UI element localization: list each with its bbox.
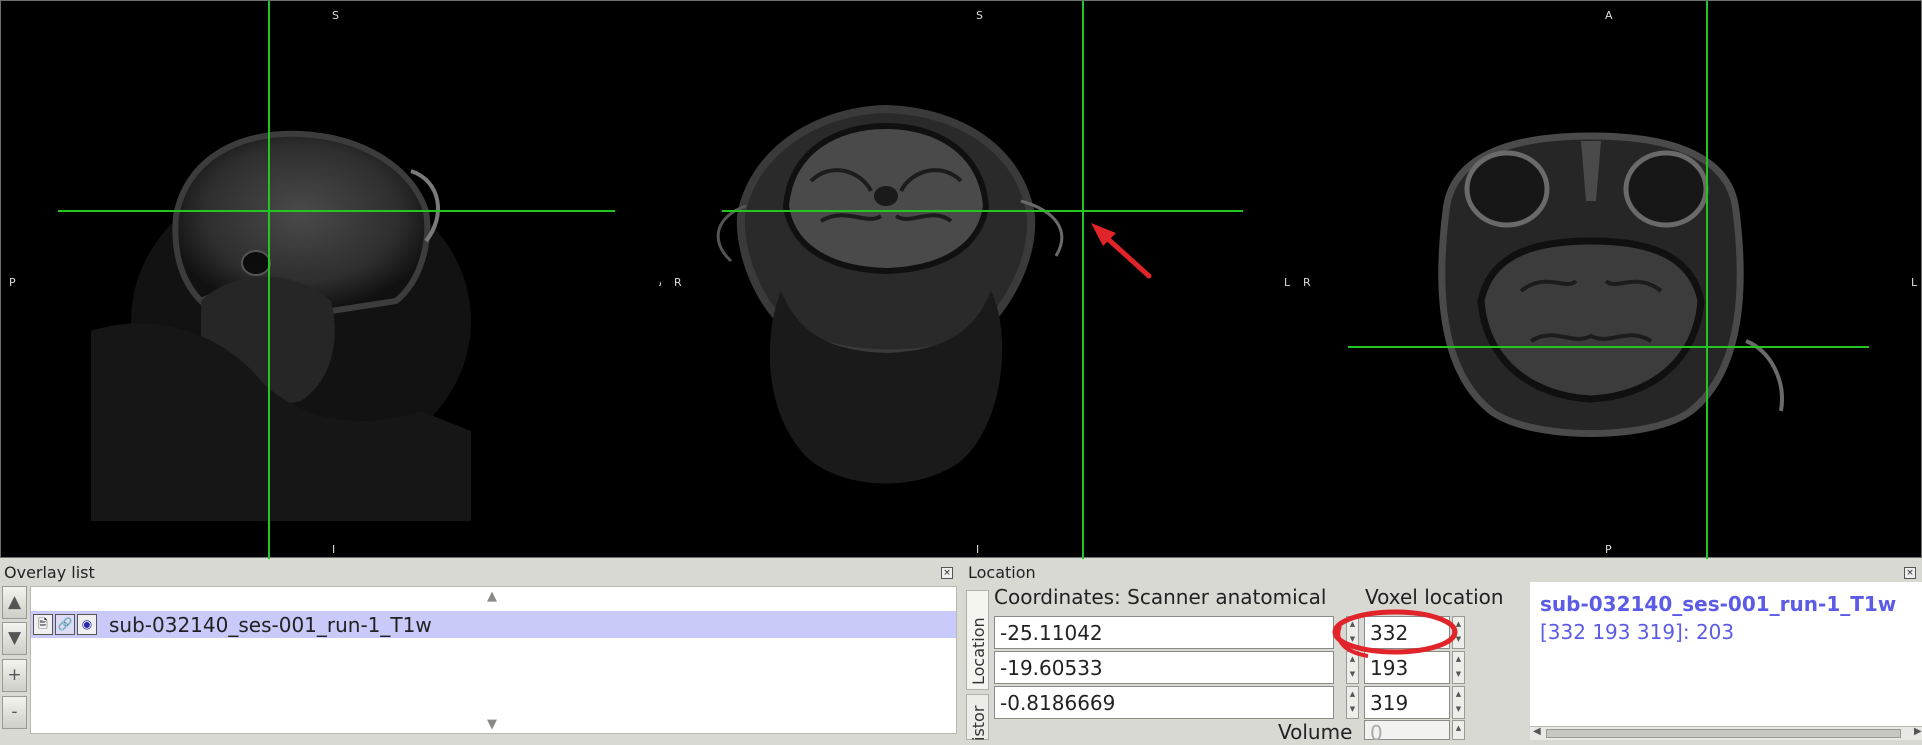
axial-label-right: L [1911, 276, 1918, 289]
coronal-view[interactable]: S I R L [661, 1, 1291, 559]
overlay-list-title: Overlay list [4, 563, 95, 582]
sagittal-crosshair-vertical [268, 1, 270, 559]
info-voxel-value: [332 193 319]: 203 [1540, 620, 1735, 644]
voxel-y-field[interactable]: 193 [1364, 651, 1450, 684]
voxel-x-spinner[interactable]: ▲ ▼ [1452, 616, 1465, 649]
overlay-list-panel: Overlay list × ▲ ▼ + - ▲ 🖹 🔗 ◉ sub-03214… [0, 560, 962, 740]
voxel-y-spinner[interactable]: ▲ ▼ [1452, 651, 1465, 684]
coronal-label-bottom: I [976, 543, 980, 556]
axial-crosshair-vertical [1706, 1, 1708, 559]
location-info: sub-032140_ses-001_run-1_T1w [332 193 31… [1530, 582, 1922, 740]
scrollbar-thumb[interactable] [1546, 729, 1901, 738]
link-icon[interactable]: 🔗 [55, 614, 75, 635]
add-overlay-button[interactable]: + [2, 659, 27, 692]
coronal-label-right: L [1284, 276, 1291, 289]
coronal-slice-image [716, 104, 1064, 484]
info-horizontal-scrollbar[interactable]: ◀ ▶ [1530, 726, 1922, 740]
sagittal-label-bottom: I [332, 543, 336, 556]
coordinates-label: Coordinates: Scanner anatomical [994, 585, 1327, 609]
axial-label-bottom: P [1605, 543, 1612, 556]
move-down-button[interactable]: ▼ [2, 622, 27, 655]
coronal-crosshair-vertical [1082, 1, 1084, 559]
volume-field[interactable]: 0 [1364, 720, 1450, 745]
voxel-z-spinner[interactable]: ▲ ▼ [1452, 686, 1465, 719]
overlay-name: sub-032140_ses-001_run-1_T1w [109, 613, 432, 637]
list-scroll-down-icon[interactable]: ▼ [487, 717, 497, 732]
sagittal-slice-image [91, 130, 471, 521]
location-close-icon[interactable]: × [1904, 567, 1916, 579]
axial-slice-image [1438, 132, 1784, 437]
axial-label-left: R [1303, 276, 1311, 289]
coronal-label-left: R [674, 276, 682, 289]
coronal-label-top: S [976, 9, 983, 22]
axial-crosshair-horizontal [1348, 346, 1869, 348]
sagittal-label-left: P [9, 276, 16, 289]
scroll-right-icon[interactable]: ▶ [1914, 726, 1922, 737]
location-panel: Location × Location istor Coordinates: S… [964, 560, 1922, 745]
tab-history[interactable]: istor [966, 694, 989, 741]
ortho-viewer[interactable]: S I P A S I R L [0, 0, 1922, 559]
coordinate-x-spinner[interactable]: ▲ ▼ [1346, 616, 1359, 649]
eye-icon[interactable]: ◉ [77, 614, 97, 635]
location-title: Location [968, 563, 1036, 582]
overlay-list-close-icon[interactable]: × [941, 567, 953, 579]
info-overlay-name: sub-032140_ses-001_run-1_T1w [1540, 592, 1897, 616]
coordinate-y-spinner[interactable]: ▲ ▼ [1346, 651, 1359, 684]
sagittal-label-top: S [332, 9, 339, 22]
remove-overlay-button[interactable]: - [2, 696, 27, 729]
sagittal-crosshair-horizontal [58, 210, 615, 212]
move-up-button[interactable]: ▲ [2, 586, 27, 619]
sagittal-view[interactable]: S I P A [1, 1, 661, 559]
list-scroll-up-icon[interactable]: ▲ [487, 589, 497, 604]
volume-spinner[interactable]: ▲ [1452, 720, 1465, 740]
tab-location[interactable]: Location [966, 590, 989, 690]
coordinate-z-field[interactable]: -0.8186669 [994, 686, 1334, 719]
coordinate-x-field[interactable]: -25.11042 [994, 616, 1334, 649]
volume-label: Volume [1278, 720, 1353, 744]
voxel-z-field[interactable]: 319 [1364, 686, 1450, 719]
overlay-list[interactable]: ▲ 🖹 🔗 ◉ sub-032140_ses-001_run-1_T1w ▼ [30, 586, 957, 734]
overlay-list-item[interactable]: 🖹 🔗 ◉ sub-032140_ses-001_run-1_T1w [31, 611, 956, 638]
file-icon[interactable]: 🖹 [33, 614, 53, 635]
axial-view[interactable]: A P R L [1291, 1, 1921, 559]
coordinate-y-field[interactable]: -19.60533 [994, 651, 1334, 684]
coronal-crosshair-horizontal [722, 210, 1243, 212]
coordinate-z-spinner[interactable]: ▲ ▼ [1346, 686, 1359, 719]
voxel-x-field[interactable]: 332 [1364, 616, 1450, 649]
axial-label-top: A [1605, 9, 1613, 22]
voxel-location-label: Voxel location [1365, 585, 1504, 609]
scroll-left-icon[interactable]: ◀ [1533, 726, 1541, 737]
